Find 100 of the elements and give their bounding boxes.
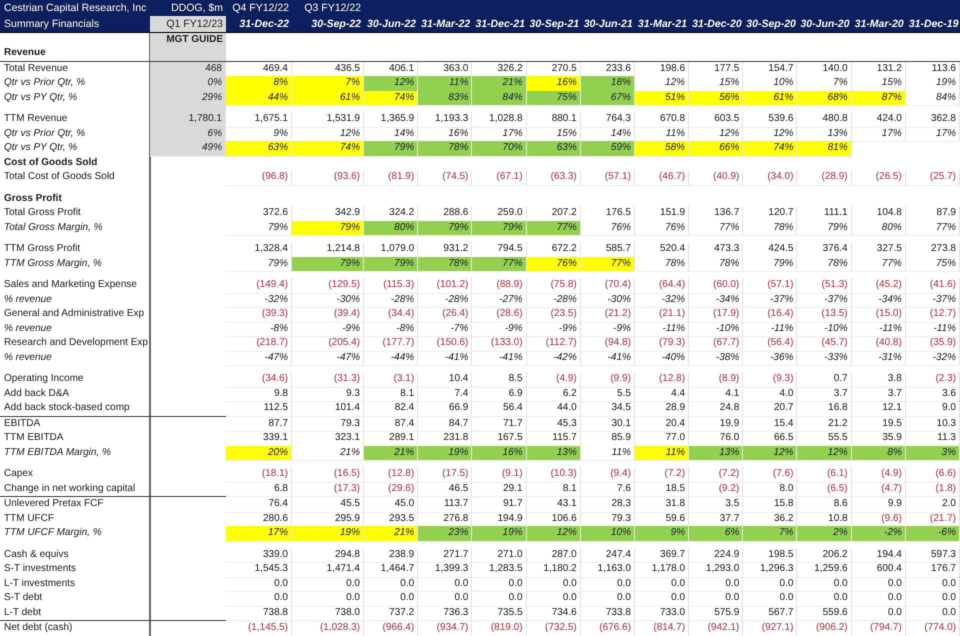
table-cell: (40.8) — [852, 336, 906, 352]
table-cell: 70% — [472, 141, 527, 156]
section-heading: Revenue — [3, 46, 47, 60]
table-cell: (21.2) — [580, 307, 635, 322]
table-cell: 79% — [418, 220, 472, 236]
table-cell: (34.6) — [226, 372, 292, 388]
table-cell: 8.1 — [364, 386, 418, 402]
table-cell: 78% — [797, 256, 852, 272]
table-cell: 1,471.4 — [292, 562, 364, 578]
column-note: MGT GUIDE — [150, 33, 226, 46]
table-cell: 75% — [906, 256, 960, 272]
table-cell: -8% — [364, 322, 418, 337]
row-label: Total Cost of Goods Sold — [3, 170, 116, 184]
table-cell: 369.7 — [634, 548, 690, 563]
table-cell: 67% — [580, 90, 635, 106]
table-cell: 1,399.3 — [418, 562, 472, 578]
table-cell: 13% — [526, 446, 581, 461]
table-cell: 737.2 — [364, 606, 418, 621]
row-label: Add back stock-based comp — [3, 401, 131, 415]
table-cell: 733.8 — [580, 606, 635, 621]
table-cell: 738.8 — [226, 606, 292, 621]
table-cell: (7.2) — [634, 467, 690, 482]
row-label: % revenue — [3, 322, 53, 336]
table-cell: 7% — [797, 76, 852, 92]
table-cell: 1,531.9 — [292, 112, 364, 128]
table-cell: 0.0 — [580, 576, 635, 592]
table-cell: 206.2 — [797, 548, 852, 563]
row-label: Research and Development Exp — [3, 336, 149, 350]
table-cell: 58% — [634, 141, 690, 156]
table-cell: (1.8) — [906, 482, 960, 497]
table-cell: (12.8) — [634, 372, 690, 388]
table-cell: 71.7 — [472, 416, 527, 432]
table-cell: -28% — [418, 292, 472, 308]
table-cell: 0% — [150, 76, 226, 92]
table-cell: 9.3 — [292, 386, 364, 402]
table-cell: 6.9 — [472, 386, 527, 402]
table-cell: 0.0 — [797, 591, 852, 606]
table-cell: (9.3) — [743, 372, 798, 388]
column-header: 31-Mar-21 — [636, 17, 688, 32]
table-cell: (150.6) — [418, 336, 472, 352]
table-cell: 79% — [292, 220, 364, 236]
table-cell: (12.8) — [364, 467, 418, 482]
table-cell: 10% — [580, 526, 635, 542]
row-label: Qtr vs PY Qtr, % — [3, 90, 78, 104]
table-cell: (6.5) — [797, 482, 852, 497]
table-cell: (4.9) — [852, 467, 906, 482]
table-cell: (17.3) — [292, 482, 364, 497]
table-cell: 45.3 — [526, 416, 581, 432]
table-cell: (9.1) — [472, 467, 527, 482]
table-cell: 247.4 — [580, 548, 635, 563]
column-header: 30-Sep-22 — [310, 17, 362, 32]
table-cell: (40.9) — [689, 170, 744, 186]
column-header: 30-Jun-20 — [799, 17, 850, 32]
table-cell: 0.0 — [797, 576, 852, 592]
table-cell: (2.3) — [906, 372, 960, 388]
report-subtitle: Summary Financials — [3, 17, 100, 32]
table-cell: 4.0 — [743, 386, 798, 402]
table-cell: (94.8) — [580, 336, 635, 352]
table-cell: 1,780.1 — [150, 112, 226, 128]
table-cell: 198.5 — [743, 548, 798, 563]
report-title: Cestrian Capital Research, Inc — [3, 1, 148, 16]
table-cell: -41% — [580, 350, 635, 366]
table-cell: 81% — [797, 141, 852, 156]
table-cell: 1,178.0 — [634, 562, 690, 578]
table-cell: (74.5) — [418, 170, 472, 186]
table-cell: (26.4) — [418, 307, 472, 322]
table-cell: (60.0) — [689, 278, 744, 294]
table-cell: -36% — [743, 350, 798, 366]
table-cell: 1,180.2 — [526, 562, 581, 578]
table-cell: 77% — [852, 256, 906, 272]
table-cell: (34.0) — [743, 170, 798, 186]
table-cell: -30% — [292, 292, 364, 308]
table-cell: (29.6) — [364, 482, 418, 497]
table-cell: 101.4 — [292, 401, 364, 416]
table-cell: (819.0) — [472, 621, 527, 636]
table-cell: 15% — [689, 76, 744, 92]
table-cell: 1,259.6 — [797, 562, 852, 578]
row-label: TTM Gross Profit — [3, 242, 82, 256]
table-cell: 603.5 — [689, 112, 744, 128]
table-cell: 12% — [634, 76, 690, 92]
row-label: Cash & equivs — [3, 548, 70, 562]
table-cell: 21% — [292, 446, 364, 461]
section-heading: Cost of Goods Sold — [3, 156, 98, 170]
column-header: 31-Mar-22 — [420, 17, 472, 32]
table-cell: (927.1) — [743, 621, 798, 636]
table-cell: 11% — [634, 446, 690, 461]
table-cell: (57.1) — [580, 170, 635, 186]
table-cell: (46.7) — [634, 170, 690, 186]
table-cell: 2.0 — [906, 497, 960, 512]
table-cell: 51% — [634, 90, 690, 106]
table-cell: 424.0 — [852, 112, 906, 128]
row-label: General and Administrative Exp — [3, 307, 146, 321]
table-cell: 59% — [580, 141, 635, 156]
table-cell: 7.4 — [418, 386, 472, 402]
table-cell: 12% — [797, 446, 852, 461]
table-cell: 84.7 — [418, 416, 472, 432]
table-cell: 0.0 — [634, 576, 690, 592]
table-cell: (39.4) — [292, 307, 364, 322]
table-cell: 56.4 — [472, 401, 527, 416]
table-cell: 7% — [743, 526, 798, 542]
